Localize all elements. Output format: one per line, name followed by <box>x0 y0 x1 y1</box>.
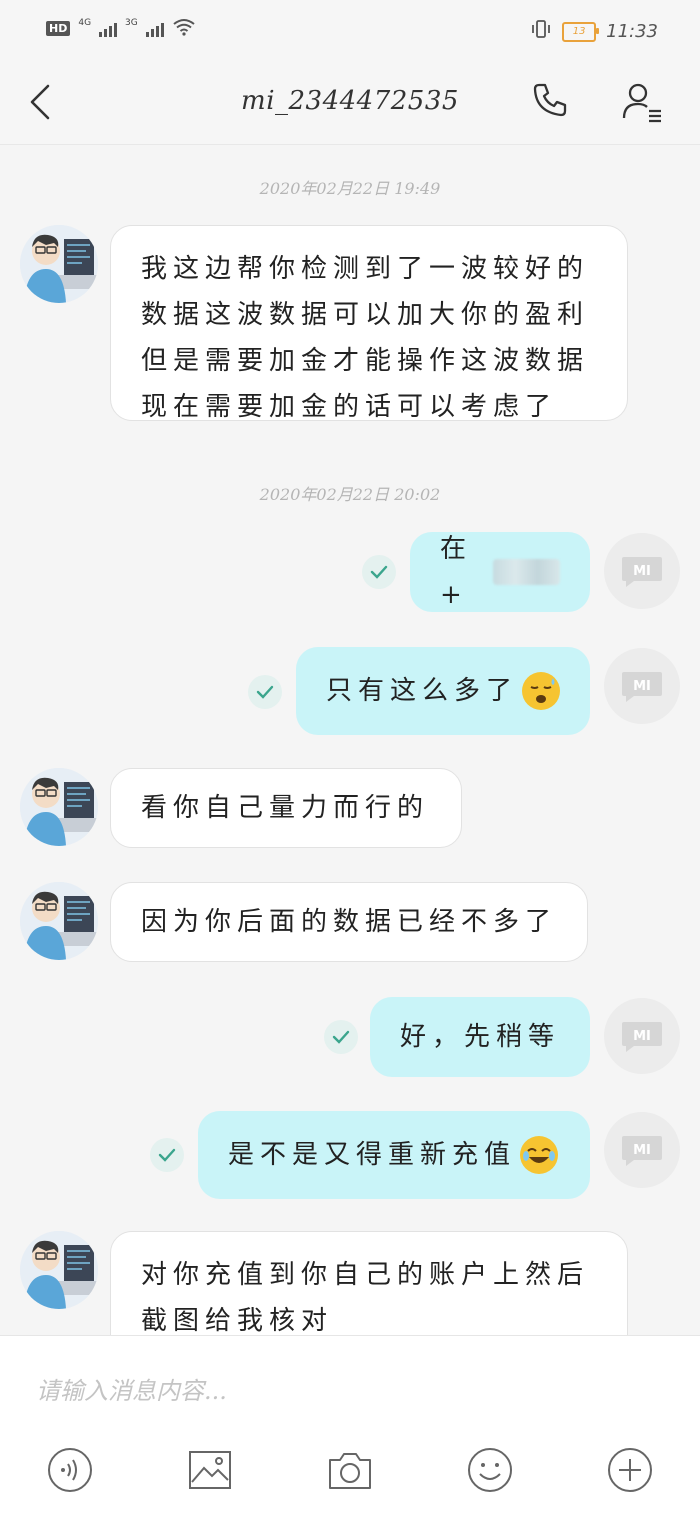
contact-avatar[interactable] <box>20 225 98 303</box>
svg-text:MI: MI <box>633 564 651 579</box>
mi-logo-icon: MI <box>622 557 662 587</box>
message-text: 只有这么多了 <box>326 676 519 706</box>
message-bubble-outgoing[interactable]: 只有这么多了 <box>296 647 590 735</box>
camera-button[interactable] <box>326 1446 374 1494</box>
message-list[interactable]: 2020年02月22日 19:49 我这边帮你检测到了一波较好的 数据这波数据可… <box>0 145 700 1335</box>
my-avatar[interactable]: MI <box>604 998 680 1074</box>
image-icon <box>189 1451 231 1489</box>
sleepy-face-emoji-icon <box>522 672 560 710</box>
phone-icon <box>533 83 567 117</box>
mi-logo-icon: MI <box>622 672 662 702</box>
message-bubble-incoming[interactable]: 因为你后面的数据已经不多了 <box>110 882 588 962</box>
signal-icon <box>99 21 118 37</box>
contact-avatar[interactable] <box>20 1231 98 1309</box>
mi-logo-icon: MI <box>622 1022 662 1052</box>
my-avatar[interactable]: MI <box>604 1112 680 1188</box>
signal-label-1: 4G <box>78 18 92 28</box>
message-text: 我这边帮你检测到了一波较好的 <box>141 254 590 284</box>
message-text: 但是需要加金才能操作这波数据 <box>141 346 590 376</box>
signal-label-2: 3G <box>125 18 138 28</box>
message-bubble-incoming[interactable]: 看你自己量力而行的 <box>110 768 462 848</box>
mi-logo-icon: MI <box>622 1136 662 1166</box>
message-bubble-incoming[interactable]: 对你充值到你自己的账户上然后 截图给我核对 <box>110 1231 628 1335</box>
wifi-icon <box>172 18 196 39</box>
message-text: 是不是又得重新充值 <box>228 1140 517 1170</box>
plus-icon <box>608 1448 652 1492</box>
message-bubble-outgoing[interactable]: 好，先稍等 <box>370 997 590 1077</box>
message-bubble-outgoing[interactable]: 是不是又得重新充值 <box>198 1111 590 1199</box>
plus-button[interactable] <box>606 1446 654 1494</box>
contact-avatar[interactable] <box>20 882 98 960</box>
read-check-icon <box>362 555 396 589</box>
timestamp: 2020年02月22日 20:02 <box>259 485 441 504</box>
message-text: 对你充值到你自己的账户上然后 <box>141 1260 590 1290</box>
message-text: 看你自己量力而行的 <box>141 793 430 823</box>
call-button[interactable] <box>530 80 574 124</box>
read-check-icon <box>150 1138 184 1172</box>
status-right: 13 11:33 <box>530 18 658 45</box>
read-check-icon <box>324 1020 358 1054</box>
message-text: 截图给我核对 <box>141 1306 334 1335</box>
contact-avatar[interactable] <box>20 768 98 846</box>
message-text: 数据这波数据可以加大你的盈利 <box>141 300 590 330</box>
hd-badge: HD <box>46 21 71 36</box>
battery-icon: 13 <box>562 21 600 42</box>
clock: 11:33 <box>606 21 658 42</box>
vibrate-icon <box>530 18 552 45</box>
timestamp: 2020年02月22日 19:49 <box>259 179 441 198</box>
input-area <box>0 1335 700 1518</box>
message-text: 好，先稍等 <box>400 1022 561 1052</box>
message-bubble-incoming[interactable]: 我这边帮你检测到了一波较好的 数据这波数据可以加大你的盈利 但是需要加金才能操作… <box>110 225 628 422</box>
message-text: 在+ <box>440 534 473 610</box>
status-bar: HD 4G 3G 13 11:33 <box>0 0 700 60</box>
tears-of-joy-emoji-icon <box>520 1136 559 1174</box>
profile-icon <box>622 83 661 123</box>
signal-icon <box>145 21 164 37</box>
read-check-icon <box>248 675 282 709</box>
camera-icon <box>329 1453 371 1489</box>
emoji-button[interactable] <box>466 1446 514 1494</box>
contact-title: mi_2344472535 <box>241 86 459 116</box>
my-avatar[interactable]: MI <box>604 533 680 609</box>
svg-text:MI: MI <box>633 1029 651 1044</box>
message-text: 因为你后面的数据已经不多了 <box>141 907 558 937</box>
my-avatar[interactable]: MI <box>604 648 680 724</box>
emoji-icon <box>468 1448 512 1492</box>
message-text: 现在需要加金的话可以考虑了 <box>141 392 558 422</box>
message-input[interactable] <box>34 1370 658 1412</box>
svg-text:MI: MI <box>633 679 651 694</box>
redacted-text <box>493 559 560 585</box>
message-bubble-outgoing[interactable]: 在+ <box>410 532 590 612</box>
image-button[interactable] <box>186 1446 234 1494</box>
voice-icon <box>48 1448 92 1492</box>
profile-button[interactable] <box>620 80 664 124</box>
svg-text:MI: MI <box>633 1143 651 1158</box>
chat-header: mi_2344472535 <box>0 60 700 145</box>
status-left: HD 4G 3G <box>46 18 196 39</box>
voice-button[interactable] <box>46 1446 94 1494</box>
